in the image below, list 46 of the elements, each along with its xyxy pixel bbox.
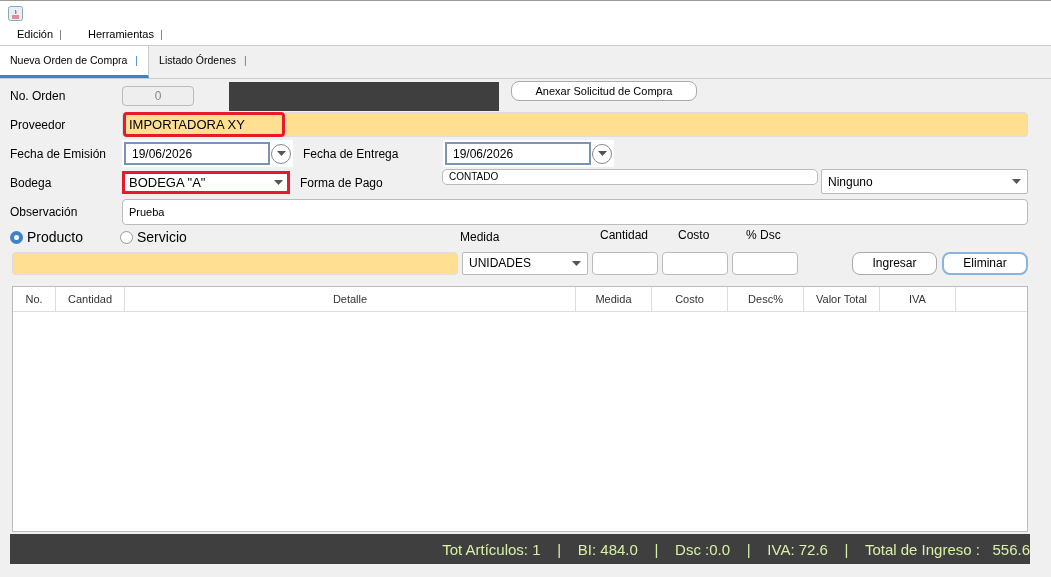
radio-option[interactable]: Servicio — [120, 229, 230, 245]
field-label: Observación — [10, 204, 79, 219]
app-icon — [8, 6, 23, 21]
column-header: Cantidad — [56, 287, 125, 311]
cost-field[interactable] — [662, 251, 728, 275]
column-header: Medida — [576, 287, 652, 311]
issue-date-field[interactable]: 19/06/2026 — [124, 142, 270, 165]
radio-option[interactable]: Producto — [10, 229, 120, 245]
payment-field[interactable]: CONTADO — [442, 169, 818, 185]
attach-request-button[interactable]: Anexar Solicitud de Compra — [511, 81, 697, 101]
column-label: % Dsc — [746, 228, 781, 242]
field-label: Forma de Pago — [300, 175, 384, 190]
column-label: Cantidad — [600, 228, 649, 242]
delivery-date-field[interactable]: 19/06/2026 — [445, 142, 591, 165]
tab[interactable]: Listado Órdenes | — [149, 45, 257, 78]
quantity-field[interactable] — [592, 251, 658, 275]
field-label: Fecha de Entrega — [303, 146, 400, 161]
field-label: Fecha de Emisión — [10, 146, 108, 161]
field-label: No. Orden — [10, 89, 67, 103]
payment-option-dropdown[interactable]: Ninguno — [821, 169, 1028, 194]
action-button[interactable]: Eliminar — [942, 251, 1028, 275]
caret-icon — [276, 151, 286, 156]
column-header: No. — [13, 287, 56, 311]
caret-icon — [597, 151, 607, 156]
caret-icon — [572, 260, 581, 266]
column-label: Costo — [678, 228, 710, 242]
unit-dropdown[interactable]: UNIDADES — [462, 251, 588, 275]
menu-item[interactable]: Herramientas | — [87, 28, 163, 40]
column-label: Medida — [460, 230, 500, 244]
column-header: Valor Total — [804, 287, 880, 311]
tab[interactable]: Nueva Orden de Compra | — [0, 45, 150, 78]
column-header: Detalle — [125, 287, 576, 311]
discount-field[interactable] — [732, 251, 798, 275]
totals-status-bar: Tot Artículos: 1 | BI: 484.0 | Dsc :0.0 | IVA: 72.6 | Total de Ingreso : 556.6 — [10, 534, 1030, 564]
field-label: Proveedor — [10, 117, 67, 132]
column-header: IVA — [880, 287, 956, 311]
action-button[interactable]: Ingresar — [852, 251, 937, 275]
caret-icon — [274, 180, 283, 185]
warehouse-dropdown[interactable]: BODEGA "A" — [122, 171, 290, 194]
column-header: Desc% — [728, 287, 804, 311]
field-label: Bodega — [10, 175, 53, 190]
product-search-field[interactable] — [12, 251, 458, 275]
column-header: Costo — [652, 287, 728, 311]
menu-item[interactable]: Edición | — [17, 28, 62, 40]
notes-field[interactable]: Prueba — [122, 198, 1028, 225]
caret-icon — [1012, 179, 1021, 184]
